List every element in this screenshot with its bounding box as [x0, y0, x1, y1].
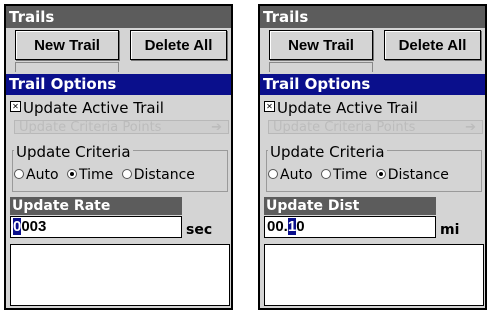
radio-dot-icon[interactable] — [268, 169, 278, 179]
update-criteria-title: Update Criteria — [268, 143, 387, 161]
unit-label: sec — [186, 222, 213, 238]
radio-dot-icon[interactable] — [320, 169, 331, 179]
new-trail-button[interactable]: New Trail — [269, 30, 373, 60]
input-value-before: 00. — [267, 218, 288, 235]
input-cursor: 1 — [287, 218, 297, 235]
input-value-after: 0 — [296, 218, 305, 235]
radio-dot-icon[interactable] — [14, 169, 24, 179]
update-active-trail-label: Update Active Trail — [23, 99, 164, 117]
x-check-icon[interactable]: ✕ — [10, 101, 21, 112]
update-criteria-radios: Auto Time Distance — [268, 166, 453, 184]
empty-list-box — [10, 244, 230, 306]
trail-options-header: Trail Options — [6, 74, 231, 95]
disabled-dropdown-label: Update Criteria Points — [273, 120, 416, 135]
new-trail-button[interactable]: New Trail — [15, 30, 119, 60]
hidden-button-edge — [15, 62, 119, 72]
radio-auto[interactable]: Auto — [14, 167, 59, 183]
radio-auto[interactable]: Auto — [268, 167, 313, 183]
arrow-right-icon: ➔ — [465, 120, 476, 135]
radio-time[interactable]: Time — [66, 167, 114, 183]
radio-dot-icon[interactable] — [375, 169, 386, 179]
disabled-dropdown: Update Criteria Points ➔ — [268, 120, 483, 135]
radio-time-label: Time — [78, 167, 114, 183]
update-rate-label: Update Rate — [10, 197, 182, 215]
update-criteria-title: Update Criteria — [14, 143, 133, 161]
radio-time[interactable]: Time — [320, 167, 368, 183]
radio-time-label: Time — [332, 167, 368, 183]
radio-distance-label: Distance — [133, 167, 195, 183]
trail-options-header: Trail Options — [260, 74, 485, 95]
update-active-trail-row[interactable]: ✕ Update Active Trail — [264, 98, 418, 118]
radio-auto-label: Auto — [280, 167, 313, 183]
radio-dot-icon[interactable] — [121, 169, 132, 179]
update-criteria-radios: Auto Time Distance — [14, 166, 199, 184]
update-rate-input[interactable]: 0003 — [10, 216, 182, 238]
trails-dialog-time: Trails New Trail Delete All Trail Option… — [4, 4, 233, 310]
arrow-right-icon: ➔ — [211, 120, 222, 135]
trails-title: Trails — [6, 6, 231, 28]
update-dist-label: Update Dist — [264, 197, 436, 215]
update-dist-input[interactable]: 00.10 — [264, 216, 436, 238]
empty-list-box — [264, 244, 484, 306]
disabled-dropdown-label: Update Criteria Points — [19, 120, 162, 135]
radio-distance[interactable]: Distance — [375, 167, 449, 183]
radio-auto-label: Auto — [26, 167, 59, 183]
input-value: 003 — [21, 218, 47, 235]
update-active-trail-row[interactable]: ✕ Update Active Trail — [10, 98, 164, 118]
delete-all-button[interactable]: Delete All — [130, 30, 227, 60]
x-check-icon[interactable]: ✕ — [264, 101, 275, 112]
update-active-trail-label: Update Active Trail — [277, 99, 418, 117]
radio-distance[interactable]: Distance — [121, 167, 195, 183]
disabled-dropdown: Update Criteria Points ➔ — [14, 120, 229, 135]
trails-dialog-distance: Trails New Trail Delete All Trail Option… — [258, 4, 487, 310]
unit-label: mi — [440, 222, 460, 238]
trails-title: Trails — [260, 6, 485, 28]
delete-all-button[interactable]: Delete All — [384, 30, 481, 60]
hidden-button-edge — [269, 62, 373, 72]
radio-dot-icon[interactable] — [66, 169, 77, 179]
radio-distance-label: Distance — [387, 167, 449, 183]
